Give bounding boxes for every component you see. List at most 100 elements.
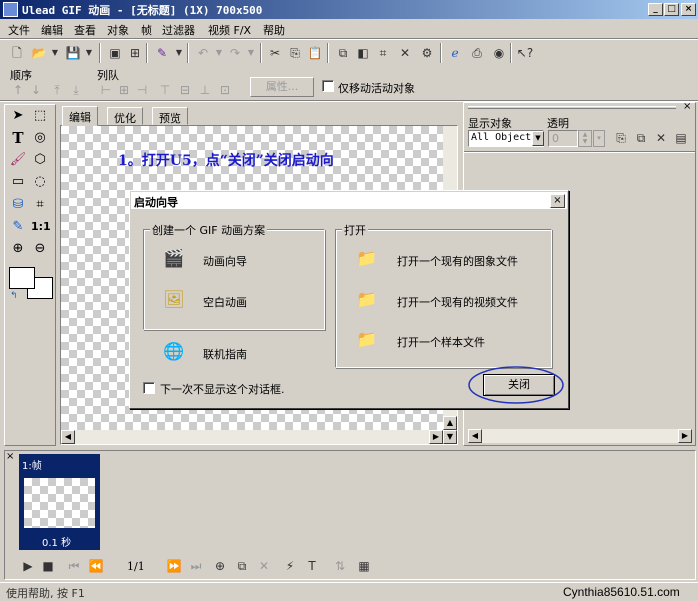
menu-filter[interactable]: 过滤器 xyxy=(162,22,195,38)
delete-frame-icon[interactable]: ✕ xyxy=(255,557,273,575)
foreground-color-swatch[interactable] xyxy=(9,267,35,289)
paste-icon[interactable]: 📋 xyxy=(306,44,324,62)
layer-duplicate-icon[interactable]: ⧉ xyxy=(632,129,650,147)
send-to-back-icon[interactable]: ⤓ xyxy=(67,81,85,99)
frame-properties-icon[interactable]: ▦ xyxy=(355,557,373,575)
crop-tool-icon[interactable]: ⌗ xyxy=(31,196,49,214)
tween-icon[interactable]: ⚡ xyxy=(281,557,299,575)
open-image-icon[interactable]: 📁 xyxy=(356,248,378,270)
add-image-icon[interactable]: ▣ xyxy=(106,44,124,62)
copy-icon[interactable]: ⎘ xyxy=(286,44,304,62)
menu-object[interactable]: 对象 xyxy=(107,22,129,38)
dropdown-arrow-icon[interactable]: ▼ xyxy=(242,44,260,62)
actual-size-button[interactable]: 1:1 xyxy=(31,218,51,236)
brush-icon[interactable]: 🖌 xyxy=(9,151,27,169)
open-sample-link[interactable]: 打开一个样本文件 xyxy=(397,334,485,350)
wizard-icon[interactable]: ✎ xyxy=(153,44,171,62)
export-icon[interactable]: ⎙ xyxy=(468,44,486,62)
bring-forward-icon[interactable]: ↑ xyxy=(9,81,27,99)
menu-help[interactable]: 帮助 xyxy=(263,22,285,38)
frame-panel-close-icon[interactable]: × xyxy=(6,451,14,462)
tab-optimize[interactable]: 优化 xyxy=(107,107,143,125)
add-video-icon[interactable]: ⊞ xyxy=(126,44,144,62)
dont-show-checkbox[interactable] xyxy=(143,382,155,394)
menu-view[interactable]: 查看 xyxy=(74,22,96,38)
distribute-icon[interactable]: ⊡ xyxy=(216,81,234,99)
frame-delay[interactable]: 0.1 秒 xyxy=(42,534,71,549)
object-filter-select[interactable]: All Objects ▼ xyxy=(468,130,544,147)
select-arrow-icon[interactable]: ➤ xyxy=(9,107,27,125)
next-frame-icon[interactable]: ⏩ xyxy=(165,557,183,575)
layer-new-icon[interactable]: ⎘ xyxy=(612,129,630,147)
zoom-out-icon[interactable]: ⊖ xyxy=(31,240,49,258)
scroll-left-arrow-icon[interactable]: ◀ xyxy=(61,430,75,444)
frame-thumbnail[interactable]: 1:帧 0.1 秒 xyxy=(19,454,100,550)
tab-preview[interactable]: 预览 xyxy=(152,107,188,125)
stop-icon[interactable]: ■ xyxy=(39,557,57,575)
cut-icon[interactable]: ✂ xyxy=(266,44,284,62)
help-cursor-icon[interactable]: ↖? xyxy=(516,44,534,62)
animation-wizard-link[interactable]: 动画向导 xyxy=(203,253,247,269)
zoom-in-icon[interactable]: ⊕ xyxy=(9,240,27,258)
play-icon[interactable]: ▶ xyxy=(19,557,37,575)
move-only-checkbox[interactable] xyxy=(322,80,334,92)
menu-file[interactable]: 文件 xyxy=(8,22,30,38)
panel-horizontal-scrollbar[interactable]: ◀ ▶ xyxy=(468,429,692,443)
align-left-icon[interactable]: ⊢ xyxy=(97,81,115,99)
panel-grip[interactable] xyxy=(468,106,676,109)
add-frame-icon[interactable]: ⊕ xyxy=(211,557,229,575)
banner-text-icon[interactable]: T xyxy=(303,557,321,575)
align-right-icon[interactable]: ⊣ xyxy=(133,81,151,99)
lasso-icon[interactable]: ◌ xyxy=(31,173,49,191)
transparency-slider-button[interactable]: ▾ xyxy=(593,130,605,147)
bring-to-front-icon[interactable]: ⤒ xyxy=(48,81,66,99)
menu-frame[interactable]: 帧 xyxy=(141,22,152,38)
magic-wand-icon[interactable]: ⬡ xyxy=(31,151,49,169)
eraser-icon[interactable]: ▭ xyxy=(9,173,27,191)
horizontal-scrollbar[interactable]: ◀ ▶ xyxy=(61,430,443,444)
send-backward-icon[interactable]: ↓ xyxy=(27,81,45,99)
fill-bucket-icon[interactable]: ⛁ xyxy=(9,196,27,214)
open-video-icon[interactable]: 📁 xyxy=(356,289,378,311)
text-tool-icon[interactable]: T xyxy=(9,129,27,147)
marquee-icon[interactable]: ⬚ xyxy=(31,107,49,125)
open-image-link[interactable]: 打开一个现有的图象文件 xyxy=(397,253,518,269)
blank-animation-link[interactable]: 空白动画 xyxy=(203,294,247,310)
blank-animation-icon[interactable]: 🖼 xyxy=(163,289,185,311)
maximize-button[interactable]: □ xyxy=(664,3,679,16)
crop-icon[interactable]: ⌗ xyxy=(374,44,392,62)
panel-scroll-left-icon[interactable]: ◀ xyxy=(468,429,482,443)
online-guide-icon[interactable]: 🌐 xyxy=(163,341,185,363)
align-top-icon[interactable]: ⊤ xyxy=(156,81,174,99)
layer-delete-icon[interactable]: ✕ xyxy=(652,129,670,147)
layer-properties-icon[interactable]: ▤ xyxy=(672,129,690,147)
last-frame-icon[interactable]: ⏭ xyxy=(187,557,205,575)
menu-edit[interactable]: 编辑 xyxy=(41,22,63,38)
swap-colors-icon[interactable]: ↰ xyxy=(10,291,18,301)
dropdown-arrow-icon[interactable]: ▼ xyxy=(46,44,64,62)
dialog-close-icon[interactable]: × xyxy=(550,194,565,208)
dropdown-arrow-icon[interactable]: ▼ xyxy=(80,44,98,62)
panel-close-icon[interactable]: × xyxy=(683,101,691,112)
prev-frame-icon[interactable]: ⏪ xyxy=(87,557,105,575)
transparency-spinner[interactable]: ▲ ▼ xyxy=(578,130,592,147)
delete-icon[interactable]: ✕ xyxy=(396,44,414,62)
online-guide-link[interactable]: 联机指南 xyxy=(203,346,247,362)
first-frame-icon[interactable]: ⏮ xyxy=(65,557,83,575)
animation-wizard-icon[interactable]: 🎬 xyxy=(163,248,185,270)
select-dropdown-arrow-icon[interactable]: ▼ xyxy=(532,131,544,146)
dropdown-arrow-icon[interactable]: ▼ xyxy=(170,44,188,62)
menu-video-fx[interactable]: 视频 F/X xyxy=(208,22,251,38)
scroll-down-arrow-icon[interactable]: ▼ xyxy=(443,430,457,444)
transparency-input[interactable]: 0 xyxy=(548,130,578,147)
new-file-icon[interactable]: 🗋 xyxy=(8,44,26,62)
open-video-link[interactable]: 打开一个现有的视频文件 xyxy=(397,294,518,310)
properties-button[interactable]: 属性... xyxy=(250,77,314,97)
globe-icon[interactable]: ◉ xyxy=(490,44,508,62)
align-center-icon[interactable]: ⊞ xyxy=(115,81,133,99)
align-bottom-icon[interactable]: ⊥ xyxy=(196,81,214,99)
close-window-button[interactable]: × xyxy=(681,3,696,16)
ellipse-select-icon[interactable]: ◎ xyxy=(31,129,49,147)
reverse-frames-icon[interactable]: ⇅ xyxy=(331,557,349,575)
tab-edit[interactable]: 编辑 xyxy=(62,106,98,126)
